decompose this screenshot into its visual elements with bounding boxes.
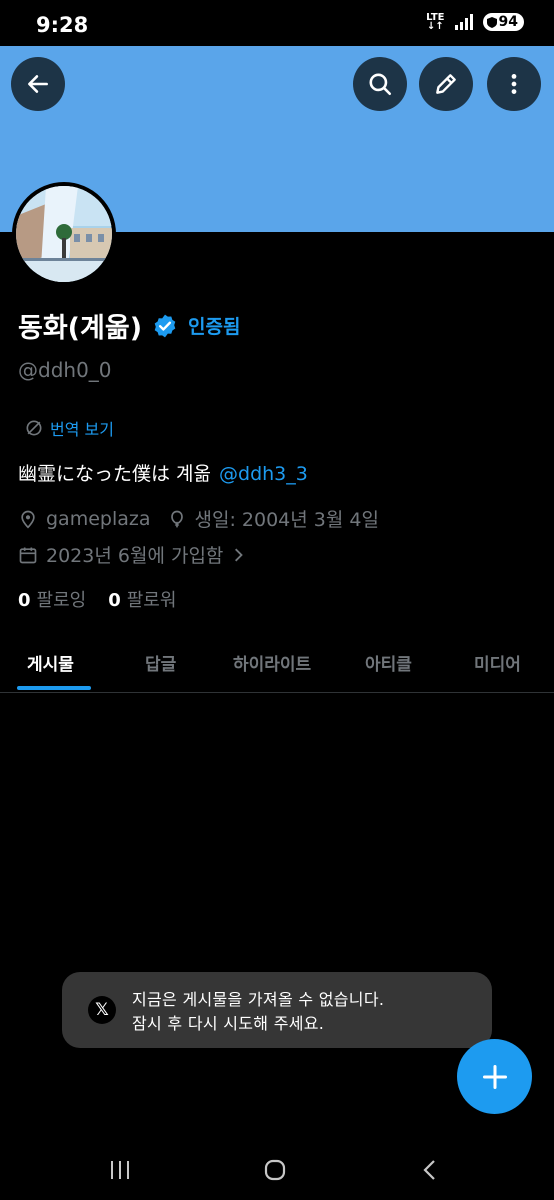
location-text: gameplaza	[46, 507, 151, 530]
status-time: 9:28	[36, 13, 89, 37]
following-link[interactable]: 0 팔로잉	[18, 586, 86, 612]
battery-indicator: 94	[482, 13, 524, 31]
signal-icon	[454, 14, 473, 30]
status-bar: 9:28 LTE ↓↑ 94	[0, 0, 554, 46]
followers-label: 팔로워	[126, 590, 177, 611]
toast-line-1: 지금은 게시물을 가져올 수 없습니다.	[132, 990, 385, 1009]
profile-meta-row: gameplaza 생일: 2004년 3월 4일	[18, 505, 379, 532]
chevron-left-icon	[423, 1160, 435, 1180]
verified-label[interactable]: 인증됨	[188, 312, 240, 339]
tab-replies[interactable]: 답글	[145, 650, 176, 675]
translate-label[interactable]: 번역 보기	[50, 416, 114, 440]
following-count: 0	[18, 590, 31, 611]
back-nav-button[interactable]	[410, 1154, 450, 1186]
arrow-left-icon	[28, 75, 48, 93]
location-pin-icon	[21, 510, 35, 529]
join-date-text: 2023년 6월에 가입함	[46, 545, 224, 567]
balloon-icon	[170, 510, 183, 527]
pencil-icon	[436, 74, 456, 94]
active-tab-indicator	[17, 686, 91, 690]
home-button[interactable]	[255, 1154, 295, 1186]
tab-media[interactable]: 미디어	[474, 650, 521, 675]
followers-link[interactable]: 0 팔로워	[108, 586, 176, 612]
join-date-row[interactable]: 2023년 6월에 가입함	[18, 541, 247, 568]
search-icon	[369, 73, 392, 96]
profile-bio: 幽霊になった僕は 계옮 @ddh3_3	[18, 459, 308, 486]
compose-post-button[interactable]	[457, 1039, 532, 1114]
network-indicator: LTE ↓↑	[426, 12, 445, 32]
bio-mention-link[interactable]: @ddh3_3	[219, 463, 308, 485]
chevron-right-icon	[235, 548, 244, 561]
profile-tabs: 게시물 답글 하이라이트 아티클 미디어	[0, 630, 554, 693]
error-toast: 𝕏 지금은 게시물을 가져올 수 없습니다. 잠시 후 다시 시도해 주세요.	[62, 972, 492, 1048]
profile-name-row: 동화(계옮) 인증됨	[18, 306, 241, 345]
display-name: 동화(계옮)	[18, 313, 143, 344]
followers-count: 0	[108, 590, 121, 611]
translate-bio-link[interactable]: 번역 보기	[24, 416, 114, 440]
birthday-text: 생일: 2004년 3월 4일	[194, 509, 379, 531]
following-label: 팔로잉	[36, 590, 87, 611]
verified-badge-icon[interactable]	[152, 313, 178, 339]
back-button[interactable]	[11, 57, 65, 111]
toast-line-2: 잠시 후 다시 시도해 주세요.	[132, 1014, 325, 1033]
tab-posts[interactable]: 게시물	[27, 650, 74, 675]
search-button[interactable]	[353, 57, 407, 111]
x-logo-icon: 𝕏	[88, 996, 116, 1024]
tab-highlights[interactable]: 하이라이트	[233, 650, 311, 675]
more-options-button[interactable]	[487, 57, 541, 111]
battery-level: 94	[498, 14, 518, 30]
bio-text: 幽霊になった僕は 계옮	[18, 463, 212, 485]
profile-avatar[interactable]	[12, 182, 116, 286]
home-icon	[264, 1159, 286, 1181]
tab-articles[interactable]: 아티클	[365, 650, 412, 675]
translate-icon	[26, 420, 42, 436]
recent-apps-button[interactable]	[100, 1154, 140, 1186]
plus-icon	[482, 1064, 507, 1089]
recent-apps-icon	[111, 1161, 129, 1179]
follow-stats: 0 팔로잉 0 팔로워	[18, 586, 176, 612]
avatar-image	[16, 186, 112, 282]
edit-button[interactable]	[419, 57, 473, 111]
calendar-icon	[19, 547, 37, 563]
more-vertical-icon	[511, 74, 517, 94]
profile-handle: @ddh0_0	[18, 358, 112, 382]
toast-message: 지금은 게시물을 가져올 수 없습니다. 잠시 후 다시 시도해 주세요.	[132, 988, 384, 1036]
status-icons: LTE ↓↑ 94	[426, 12, 524, 32]
system-navigation-bar	[0, 1140, 554, 1200]
